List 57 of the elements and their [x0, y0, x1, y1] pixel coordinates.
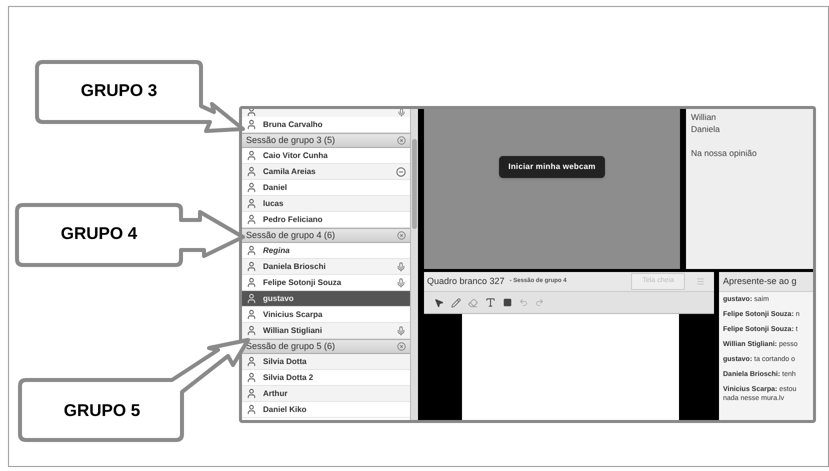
attendee-row[interactable]: Silvia Dotta: [242, 354, 410, 370]
group-header[interactable]: Sessão de grupo 4 (6): [242, 228, 410, 243]
user-icon: [246, 182, 257, 193]
user-icon: [246, 245, 257, 256]
user-icon: [246, 372, 257, 383]
attendee-row[interactable]: Camila Areias: [242, 164, 410, 180]
attendee-row[interactable]: gustavo: [242, 291, 410, 307]
attendee-row[interactable]: Caio Vitor Cunha: [242, 148, 410, 164]
redo-icon[interactable]: [535, 298, 544, 307]
user-icon: [246, 166, 257, 177]
attendee-row[interactable]: Daniela Brioschi: [242, 259, 410, 275]
close-icon[interactable]: [397, 231, 406, 240]
user-icon: [246, 277, 257, 288]
user-icon: [246, 388, 257, 399]
attendee-row[interactable]: Vinicius Scarpa: [242, 307, 410, 323]
user-icon: [246, 109, 257, 117]
user-icon: [246, 356, 257, 367]
note-text: Willian: [691, 111, 718, 123]
pencil-icon[interactable]: [451, 298, 461, 308]
attendee-row[interactable]: Willian Stigliani: [242, 323, 410, 339]
callout-label: GRUPO 5: [64, 400, 140, 422]
note-text: Daniela: [691, 123, 721, 135]
webcam-button[interactable]: Iniciar minha webcam: [499, 156, 605, 178]
close-icon[interactable]: [397, 136, 406, 145]
scrollbar[interactable]: [410, 109, 418, 420]
user-icon: [246, 325, 257, 336]
attendee-row[interactable]: [242, 109, 410, 117]
user-icon: [246, 150, 257, 161]
user-icon: [246, 261, 257, 272]
user-icon: [246, 119, 257, 130]
text-icon[interactable]: [485, 297, 496, 308]
attendee-row[interactable]: Arthur: [242, 386, 410, 402]
pointer-icon[interactable]: [434, 298, 444, 308]
attendee-row[interactable]: Daniel Kiko: [242, 402, 410, 418]
group-header[interactable]: Sessão de grupo 3 (5): [242, 133, 410, 148]
attendee-row[interactable]: Silvia Dotta 2: [242, 370, 410, 386]
whiteboard-title: Quadro branco 327: [427, 274, 505, 288]
attendee-row[interactable]: lucas: [242, 196, 410, 212]
attendee-row[interactable]: Pedro Feliciano: [242, 212, 410, 228]
chat-title: Apresente-se ao g: [719, 272, 813, 292]
user-icon: [246, 214, 257, 225]
note-text: Na nossa opinião: [691, 147, 758, 159]
callout-label: GRUPO 3: [80, 80, 158, 102]
attendee-row[interactable]: Daniel: [242, 180, 410, 196]
eraser-icon[interactable]: [468, 298, 478, 308]
undo-icon[interactable]: [519, 298, 528, 307]
close-icon[interactable]: [397, 342, 406, 351]
attendee-row[interactable]: Regina: [242, 243, 410, 259]
attendee-row[interactable]: Felipe Sotonji Souza: [242, 275, 410, 291]
group-header[interactable]: Sessão de grupo 5 (6): [242, 339, 410, 354]
user-icon: [246, 404, 257, 415]
user-icon: [246, 309, 257, 320]
callout-label: GRUPO 4: [60, 223, 138, 245]
user-icon: [246, 293, 257, 304]
rectangle-icon[interactable]: [503, 298, 512, 307]
user-icon: [246, 198, 257, 209]
attendee-row[interactable]: Bruna Carvalho: [242, 117, 410, 133]
